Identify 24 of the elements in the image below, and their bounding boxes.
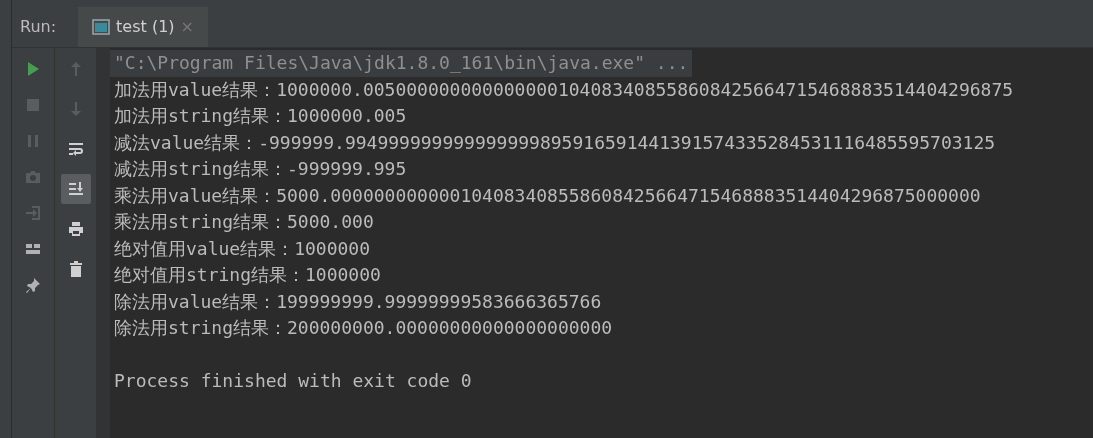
scroll-to-end-icon: [66, 180, 85, 198]
console-icon: [92, 19, 111, 35]
console-output: 加法用value结果：1000000.005000000000000000104083408558608425664715468883514404296875: [113, 77, 1015, 102]
print-icon: [66, 220, 85, 238]
console-output: 减法value结果：-999999.994999999999999999895916591441391574335284531116485595703125: [113, 130, 997, 155]
console-output: Process finished with exit code 0: [113, 369, 473, 393]
run-label: Run:: [19, 16, 58, 38]
console-tab[interactable]: test (1) ×: [78, 7, 208, 47]
pin-icon: [24, 276, 42, 294]
console-output: 乘法用string结果：5000.000: [113, 210, 375, 234]
wrap-icon: [66, 140, 85, 158]
console-command: "C:\Program Files\Java\jdk1.8.0_161\bin\java.exe" ...: [110, 50, 693, 77]
toolbar-button[interactable]: [60, 174, 91, 204]
console-output: 除法用value结果：199999999.99999999583666365766: [113, 289, 603, 314]
console-output: 绝对值用string结果：1000000: [113, 263, 382, 287]
toolbar-button[interactable]: [24, 276, 42, 294]
console-output: 除法用string结果：200000000.00000000000000000000: [113, 316, 614, 340]
console-output: 绝对值用value结果：1000000: [113, 236, 372, 261]
console-output: 乘法用value结果：5000.000000000000104083408558608425664715468883514404296875000000: [113, 183, 982, 208]
stop-icon: [24, 96, 42, 114]
camera-icon: [24, 168, 42, 186]
console-output: 加法用string结果：1000000.005: [113, 104, 408, 128]
exit-icon: [24, 204, 42, 222]
console-output: 减法用string结果：-999999.995: [113, 157, 408, 181]
